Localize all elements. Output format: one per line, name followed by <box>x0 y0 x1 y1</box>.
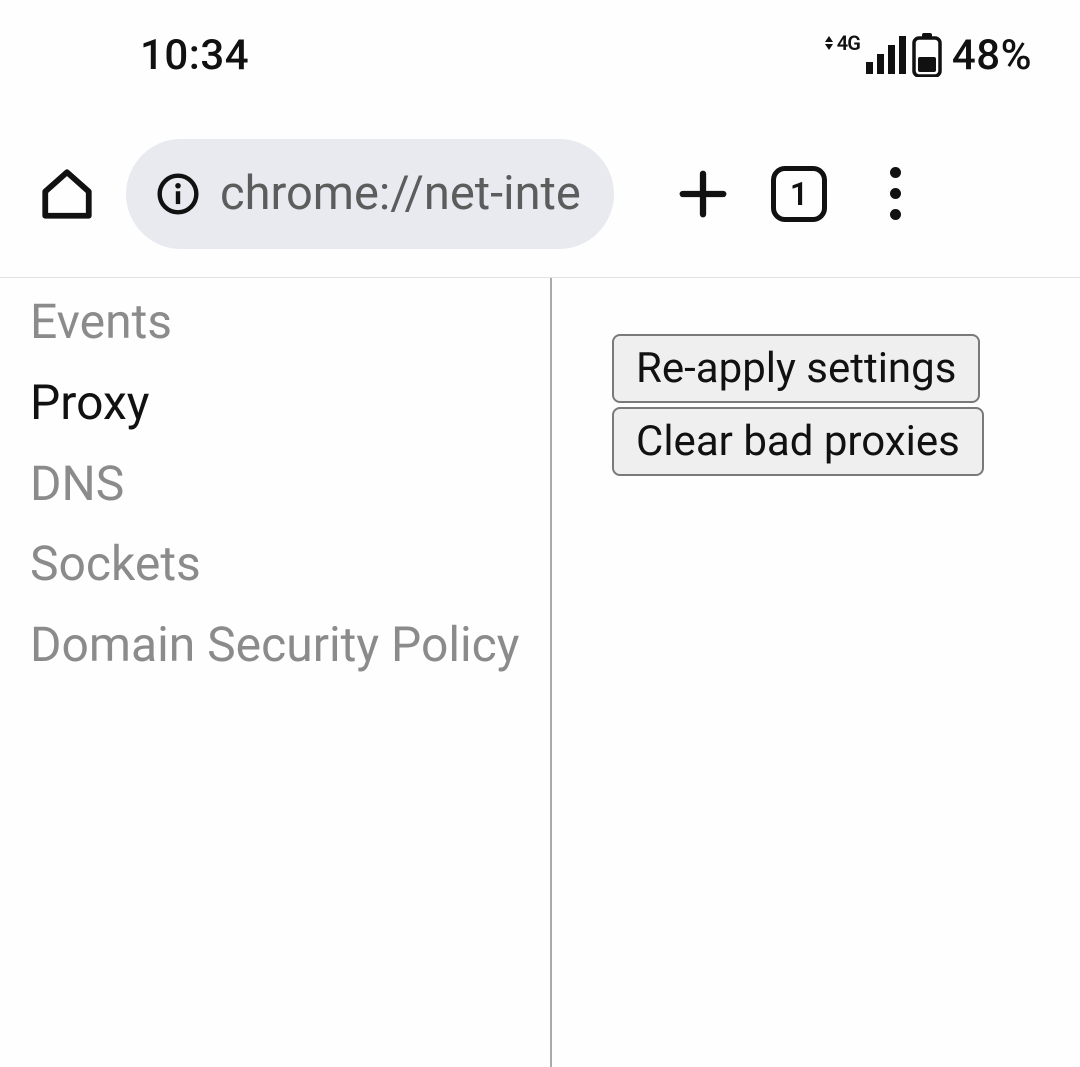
tab-switcher-button[interactable]: 1 <box>762 157 836 231</box>
url-text: chrome://net-inte <box>220 166 581 221</box>
home-icon <box>38 165 96 223</box>
overflow-menu-button[interactable] <box>858 157 932 231</box>
data-arrows-icon <box>825 36 833 50</box>
signal-bars-icon <box>866 36 906 74</box>
home-button[interactable] <box>30 157 104 231</box>
more-vert-icon <box>882 167 909 220</box>
sidebar-item-proxy[interactable]: Proxy <box>0 363 550 444</box>
page-content: Events Proxy DNS Sockets Domain Security… <box>0 278 1080 1067</box>
status-bar: 10:34 4G 48% <box>0 0 1080 110</box>
status-time: 10:34 <box>140 31 249 80</box>
clear-bad-proxies-button[interactable]: Clear bad proxies <box>612 407 984 476</box>
tab-count: 1 <box>790 175 808 213</box>
sidebar-nav: Events Proxy DNS Sockets Domain Security… <box>0 278 552 1067</box>
status-right-cluster: 4G 48% <box>825 31 1032 80</box>
battery-icon <box>912 33 942 77</box>
reapply-settings-button[interactable]: Re-apply settings <box>612 334 980 403</box>
main-panel: Re-apply settings Clear bad proxies <box>552 278 1080 1067</box>
sidebar-item-dns[interactable]: DNS <box>0 444 550 525</box>
browser-toolbar: chrome://net-inte 1 <box>0 110 1080 278</box>
sidebar-item-domain-security-policy[interactable]: Domain Security Policy <box>0 605 550 686</box>
battery-percentage: 48% <box>952 31 1032 80</box>
tab-count-badge: 1 <box>771 166 827 222</box>
sidebar-item-sockets[interactable]: Sockets <box>0 524 550 605</box>
info-icon <box>156 172 200 216</box>
url-bar[interactable]: chrome://net-inte <box>126 139 614 249</box>
network-type-label: 4G <box>837 31 860 55</box>
plus-icon <box>676 167 730 221</box>
new-tab-button[interactable] <box>666 157 740 231</box>
sidebar-item-events[interactable]: Events <box>0 282 550 363</box>
